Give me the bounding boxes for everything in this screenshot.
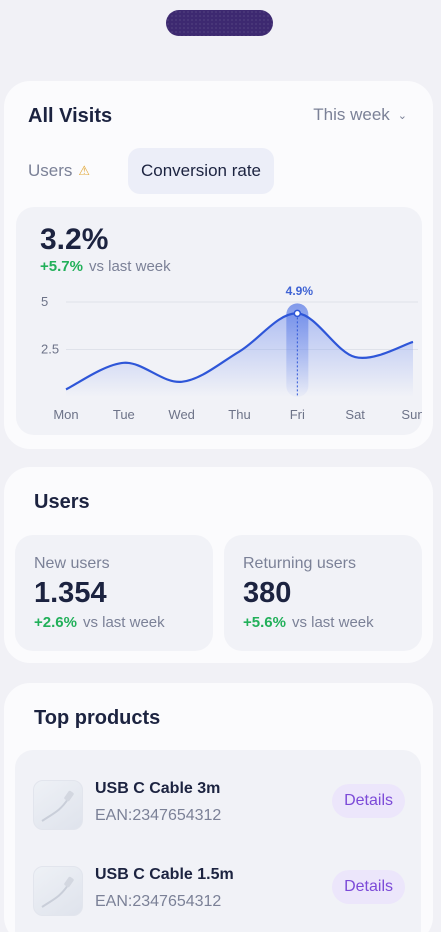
all-visits-title: All Visits [28, 105, 113, 127]
conversion-value: 3.2% [40, 223, 109, 256]
x-tick-label: Fri [290, 407, 305, 422]
details-button[interactable]: Details [332, 870, 405, 904]
returning-users-value: 380 [243, 577, 292, 609]
delta-value: +5.7% [40, 258, 83, 275]
y-tick-label: 5 [41, 294, 48, 309]
warning-icon: ⚠ [78, 163, 91, 178]
delta-suffix: vs last week [88, 258, 171, 275]
new-users-delta-value: +2.6% [34, 614, 77, 631]
product-ean: EAN:2347654312 [95, 807, 222, 824]
returning-users-stat: Returning users 380 +5.6% vs last week [224, 535, 422, 651]
tab-conversion-rate[interactable]: Conversion rate [128, 148, 275, 194]
top-products-card: Top products USB C Cable 3m EAN:23476543… [4, 683, 433, 932]
x-tick-label: Wed [168, 407, 195, 422]
new-users-stat: New users 1.354 +2.6% vs last week [15, 535, 213, 651]
all-visits-card: All Visits This week ⌄ Users ⚠ Conversio… [4, 81, 433, 449]
y-tick-label: 2.5 [41, 342, 59, 357]
cable-thumbnail-icon [33, 780, 83, 830]
conversion-chart-panel: 3.2% +5.7% vs last week 4.9% 5 2.5 Mon Tue We… [16, 207, 422, 435]
returning-users-label: Returning users [243, 555, 356, 572]
new-users-value: 1.354 [34, 577, 107, 609]
products-list: USB C Cable 3m EAN:2347654312 Details US… [15, 750, 421, 932]
dynamic-island [166, 10, 273, 36]
x-tick-label: Mon [53, 407, 78, 422]
x-tick-label: Sat [345, 407, 365, 422]
conversion-line-chart: 4.9% 5 2.5 Mon Tue Wed Thu Fri Sat Sun [41, 284, 422, 422]
top-products-title: Top products [34, 707, 161, 729]
tab-users-label: Users [28, 161, 73, 180]
new-users-delta: +2.6% vs last week [34, 614, 165, 631]
period-dropdown[interactable]: This week ⌄ [313, 105, 407, 125]
highlight-point [293, 309, 302, 318]
x-tick-label: Tue [113, 407, 135, 422]
returning-users-delta: +5.6% vs last week [243, 614, 374, 631]
x-tick-label: Sun [401, 407, 422, 422]
peak-value-label: 4.9% [286, 284, 314, 298]
users-title: Users [34, 491, 90, 513]
cable-thumbnail-icon [33, 866, 83, 916]
x-tick-label: Thu [228, 407, 250, 422]
period-label: This week [313, 105, 390, 124]
product-name: USB C Cable 3m [95, 780, 221, 797]
product-row: USB C Cable 3m EAN:2347654312 Details [15, 780, 421, 850]
chevron-down-icon: ⌄ [397, 109, 407, 122]
series-area [66, 313, 413, 397]
tab-conversion-label: Conversion rate [141, 161, 262, 180]
users-card: Users New users 1.354 +2.6% vs last week … [4, 467, 433, 663]
details-button[interactable]: Details [332, 784, 405, 818]
new-users-label: New users [34, 555, 110, 572]
product-row: USB C Cable 1.5m EAN:2347654312 Details [15, 866, 421, 932]
returning-users-delta-value: +5.6% [243, 614, 286, 631]
tab-users[interactable]: Users ⚠ [28, 148, 90, 194]
product-ean: EAN:2347654312 [95, 893, 222, 910]
new-users-delta-suffix: vs last week [82, 614, 165, 631]
conversion-delta: +5.7% vs last week [40, 258, 171, 275]
returning-users-delta-suffix: vs last week [291, 614, 374, 631]
product-name: USB C Cable 1.5m [95, 866, 234, 883]
